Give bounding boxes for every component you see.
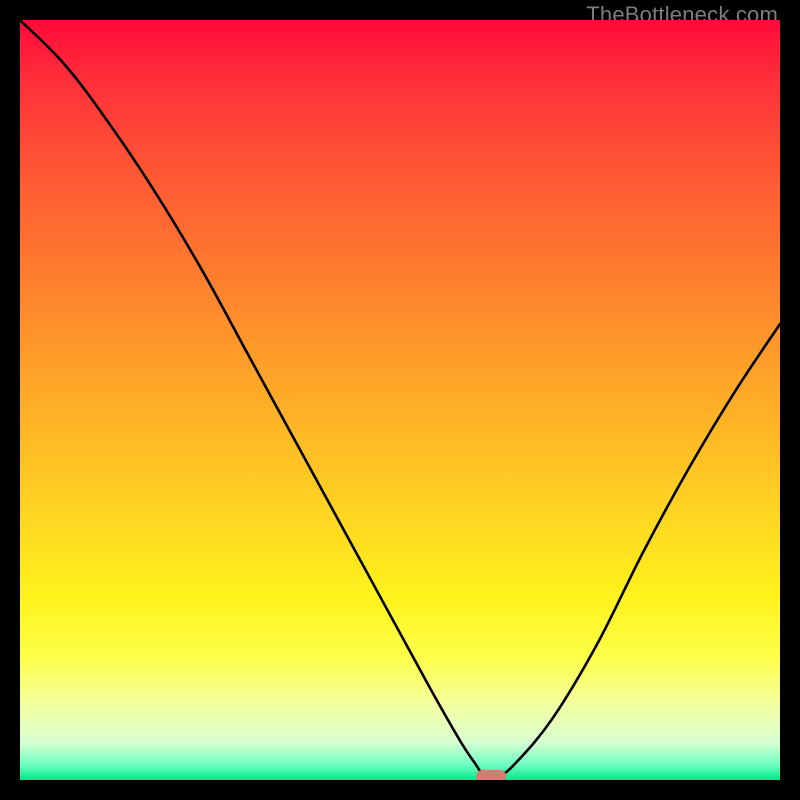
bottleneck-curve [20,20,780,780]
chart-svg [20,20,780,780]
plot-area [20,20,780,780]
chart-canvas: TheBottleneck.com [0,0,800,800]
minimum-marker [476,770,506,780]
